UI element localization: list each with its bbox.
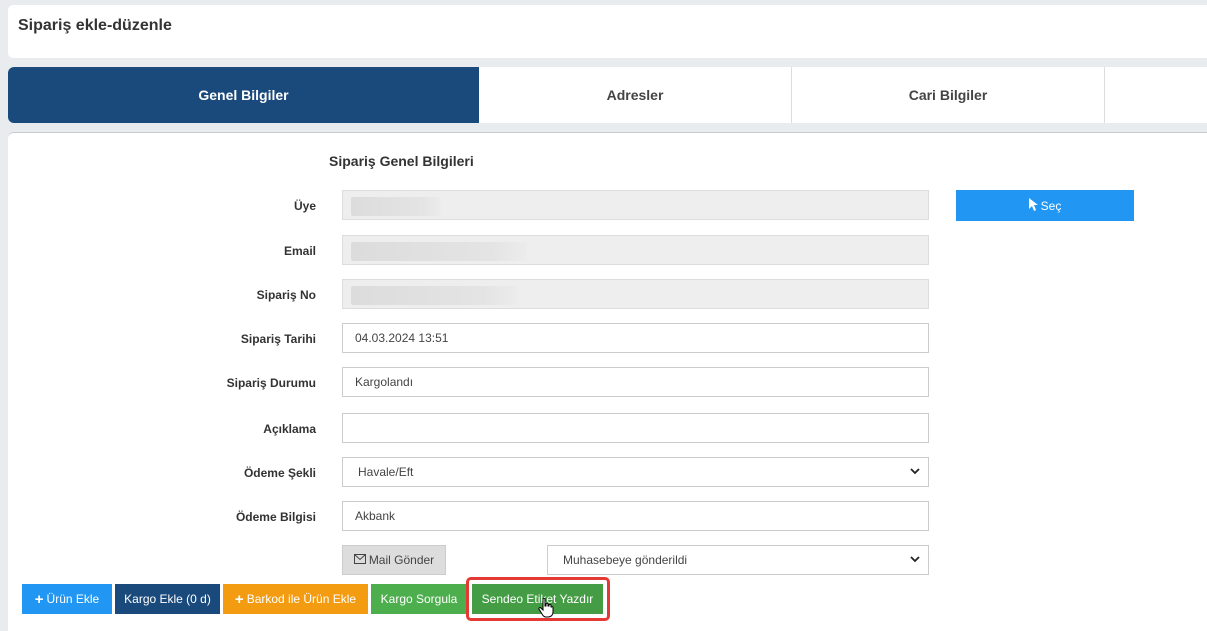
siparis-tarihi-label: Sipariş Tarihi: [240, 332, 316, 346]
odeme-bilgisi-label: Ödeme Bilgisi: [235, 510, 316, 524]
barkod-urun-ekle-button[interactable]: + Barkod ile Ürün Ekle: [223, 584, 368, 614]
tab-bar: Genel Bilgiler Adresler Cari Bilgiler: [8, 67, 1207, 123]
cursor-icon: [1028, 197, 1038, 214]
aciklama-label: Açıklama: [263, 422, 316, 436]
odeme-sekli-value: Havale/Eft: [358, 465, 414, 479]
odeme-sekli-label: Ödeme Şekli: [243, 466, 316, 480]
tab-cari-bilgiler[interactable]: Cari Bilgiler: [792, 67, 1105, 123]
envelope-icon: [353, 553, 366, 567]
muhasebe-select[interactable]: Muhasebeye gönderildi: [547, 545, 929, 575]
uye-label: Üye: [293, 199, 316, 213]
tab-genel-bilgiler[interactable]: Genel Bilgiler: [8, 67, 479, 123]
kargo-ekle-label: Kargo Ekle (0 d): [124, 592, 211, 606]
redacted-block: [351, 286, 517, 305]
siparis-tarihi-value: 04.03.2024 13:51: [355, 331, 449, 345]
odeme-bilgisi-field[interactable]: Akbank: [342, 501, 929, 531]
redacted-block: [351, 242, 527, 261]
urun-ekle-label: Ürün Ekle: [46, 592, 100, 606]
page-title: Sipariş ekle-düzenle: [18, 17, 172, 34]
siparis-durumu-field[interactable]: Kargolandı: [342, 367, 929, 397]
chevron-down-icon: [910, 554, 920, 566]
section-title: Sipariş Genel Bilgileri: [329, 153, 474, 169]
order-form-card: Sipariş Genel Bilgileri Üye Seç Email Si…: [8, 132, 1207, 631]
plus-icon: +: [34, 590, 44, 608]
sec-button[interactable]: Seç: [956, 190, 1134, 221]
siparis-no-field[interactable]: [342, 279, 929, 309]
siparis-durumu-label: Sipariş Durumu: [226, 376, 316, 390]
redacted-block: [351, 197, 441, 216]
page-header: Sipariş ekle-düzenle: [8, 5, 1207, 58]
mail-gonder-label: Mail Gönder: [368, 553, 435, 567]
aciklama-field[interactable]: [342, 413, 929, 443]
barkod-label: Barkod ile Ürün Ekle: [246, 592, 357, 606]
sec-button-label: Seç: [1040, 198, 1062, 213]
siparis-no-label: Sipariş No: [256, 288, 316, 302]
tab-more[interactable]: [1105, 67, 1207, 123]
urun-ekle-button[interactable]: + Ürün Ekle: [22, 584, 112, 614]
siparis-durumu-value: Kargolandı: [355, 375, 414, 389]
hand-cursor-icon: [538, 597, 554, 623]
kargo-ekle-button[interactable]: Kargo Ekle (0 d): [115, 584, 220, 614]
email-label: Email: [283, 244, 316, 258]
mail-gonder-button[interactable]: Mail Gönder: [342, 545, 446, 575]
tab-adresler[interactable]: Adresler: [479, 67, 792, 123]
siparis-tarihi-field[interactable]: 04.03.2024 13:51: [342, 323, 929, 353]
kargo-sorgula-label: Kargo Sorgula: [380, 592, 458, 606]
email-field[interactable]: [342, 235, 929, 265]
uye-field[interactable]: [342, 190, 929, 220]
plus-icon: +: [234, 590, 244, 608]
muhasebe-value: Muhasebeye gönderildi: [563, 553, 688, 567]
odeme-bilgisi-value: Akbank: [355, 509, 396, 523]
chevron-down-icon: [910, 466, 920, 478]
odeme-sekli-select[interactable]: Havale/Eft: [342, 457, 929, 487]
kargo-sorgula-button[interactable]: Kargo Sorgula: [371, 584, 467, 614]
